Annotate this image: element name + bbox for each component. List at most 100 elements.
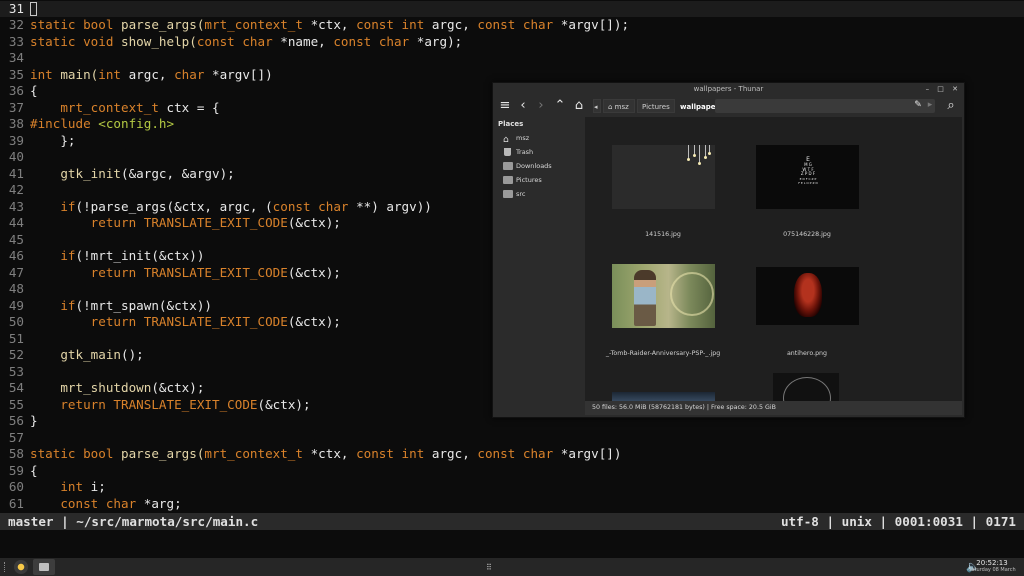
panel-separator-icon: ⠿ [486, 563, 492, 572]
folder-icon [503, 176, 513, 184]
code-text: int main(int argc, char *argv[]) [30, 66, 273, 82]
thunar-titlebar[interactable]: wallpapers - Thunar – □ ✕ [493, 83, 964, 95]
code-text: gtk_main(); [60, 347, 144, 362]
code-text: }; [30, 132, 76, 148]
line-number: 55 [8, 396, 24, 412]
place-src[interactable]: src [503, 188, 526, 200]
trash-icon [504, 148, 511, 156]
line-number: 46 [8, 248, 24, 263]
line-number: 38 [8, 116, 24, 131]
window-title: wallpapers - Thunar [693, 85, 764, 93]
code-text: #include <config.h> [30, 116, 175, 131]
code-line[interactable]: 34 [0, 50, 1024, 67]
line-number: 35 [8, 66, 24, 82]
search-icon[interactable]: ⌕ [943, 98, 959, 114]
code-line[interactable]: 31 [0, 0, 1024, 17]
code-text: const char *arg; [60, 495, 182, 511]
window-controls[interactable]: – □ ✕ [926, 83, 961, 95]
window-button-thunar[interactable] [33, 559, 55, 575]
eye-chart: E M G W T F Z P D F E D F C Z P F E L O … [798, 156, 818, 186]
code-text: return TRANSLATE_EXIT_CODE(&ctx); [90, 215, 341, 230]
code-text: return TRANSLATE_EXIT_CODE(&ctx); [90, 264, 341, 280]
code-text: mrt_context_t ctx = { [60, 99, 220, 115]
thumbnail-antihero[interactable] [756, 267, 859, 325]
file-icon-view[interactable]: 141516.jpg E M G W T F Z P D F E D F C Z… [585, 117, 962, 401]
edit-path-icon[interactable]: ✎ [913, 97, 923, 113]
code-line[interactable]: 35 int main(int argc, char *argv[]) [0, 67, 1024, 84]
line-number: 58 [8, 446, 24, 461]
file-name[interactable]: antihero.png [737, 350, 877, 357]
code-text: { [30, 462, 38, 478]
code-line[interactable]: 58 static bool parse_args(mrt_context_t *… [0, 446, 1024, 463]
code-line[interactable]: 33 static void show_help(const char *name… [0, 34, 1024, 51]
code-text: { [30, 83, 38, 98]
code-line[interactable]: 59 { [0, 463, 1024, 480]
path-entry-field[interactable] [715, 99, 935, 113]
code-line[interactable]: 57 [0, 430, 1024, 447]
file-name[interactable]: _-Tomb-Raider-Anniversary-PSP-_.jpg [593, 350, 733, 357]
line-number: 34 [8, 50, 24, 65]
code-text: } [30, 413, 38, 428]
line-number: 37 [8, 99, 24, 115]
place-pictures[interactable]: Pictures [503, 174, 542, 186]
file-name[interactable]: 075146228.jpg [737, 231, 877, 238]
home-icon: ⌂ [503, 135, 509, 145]
thunar-statusbar: 50 files: 56.0 MiB (58762181 bytes) | Fr… [585, 401, 962, 415]
code-text: if(!mrt_init(&ctx)) [60, 248, 205, 263]
folder-icon [503, 162, 513, 170]
home-icon[interactable]: ⌂ [571, 98, 587, 114]
taskbar: ⠿ 🔈 20:52:13 Saturday 08 March [0, 558, 1024, 576]
thunar-window[interactable]: wallpapers - Thunar – □ ✕ ≡ ‹ › ⌃ ⌂ ◂ ⌂ … [492, 82, 965, 418]
place-msz[interactable]: ⌂ msz [503, 132, 529, 145]
code-line[interactable]: 32 static bool parse_args(mrt_context_t *… [0, 17, 1024, 34]
statusline-file: master | ~/src/marmota/src/main.c [8, 514, 259, 529]
line-number: 45 [8, 231, 24, 247]
line-number: 56 [8, 413, 24, 428]
code-text: static bool parse_args(mrt_context_t *ct… [30, 446, 622, 461]
folder-icon [503, 190, 513, 198]
code-line[interactable]: 61 const char *arg; [0, 496, 1024, 513]
line-number: 60 [8, 479, 24, 494]
code-text: static void show_help(const char *name, … [30, 33, 463, 49]
line-number: 48 [8, 281, 24, 296]
line-number: 44 [8, 215, 24, 230]
app-menu-icon[interactable] [14, 560, 28, 574]
code-text: if(!mrt_spawn(&ctx)) [60, 297, 212, 313]
place-downloads[interactable]: Downloads [503, 160, 552, 172]
crumb-pictures[interactable]: Pictures [637, 99, 675, 113]
crumb-right-arrow-icon[interactable]: ▸ [925, 97, 935, 113]
crumb-wallpapers[interactable]: wallpapers [675, 99, 723, 113]
thumbnail-tomb-raider[interactable] [612, 264, 715, 328]
panel-handle[interactable] [4, 562, 7, 572]
place-trash[interactable]: Trash [503, 146, 533, 158]
thunar-toolbar: ≡ ‹ › ⌃ ⌂ ◂ ⌂ msz Pictures wallpapers ✎ … [493, 95, 964, 117]
text-cursor [30, 1, 37, 16]
line-number: 59 [8, 462, 24, 478]
thumbnail-141516[interactable] [612, 145, 715, 209]
code-text: return TRANSLATE_EXIT_CODE(&ctx); [60, 396, 311, 412]
thumbnail-partial[interactable] [773, 373, 839, 401]
file-name[interactable]: 141516.jpg [593, 231, 733, 238]
clock-time[interactable]: 20:52:13 [970, 559, 1014, 567]
thumbnail-075146228[interactable]: E M G W T F Z P D F E D F C Z P F E L O … [756, 145, 859, 209]
code-text: static bool parse_args(mrt_context_t *ct… [30, 17, 630, 32]
vim-command-line[interactable] [0, 530, 1024, 558]
line-number: 61 [8, 495, 24, 511]
menu-icon[interactable]: ≡ [497, 98, 513, 114]
crumb-msz[interactable]: ⌂ msz [603, 99, 635, 113]
forward-icon[interactable]: › [533, 98, 549, 114]
line-number: 40 [8, 149, 24, 164]
parent-folder-icon[interactable]: ⌃ [552, 98, 568, 114]
code-line[interactable]: 60 int i; [0, 479, 1024, 496]
crumb-left-arrow-icon[interactable]: ◂ [593, 99, 601, 113]
line-number: 42 [8, 182, 24, 197]
line-number: 47 [8, 264, 24, 280]
line-number: 31 [8, 0, 24, 16]
back-icon[interactable]: ‹ [515, 98, 531, 114]
places-heading: Places [498, 120, 524, 128]
line-number: 33 [8, 33, 24, 49]
location-bar: ◂ ⌂ msz Pictures wallpapers ✎ ▸ [593, 99, 935, 113]
thumbnail-partial[interactable] [612, 392, 715, 401]
line-number: 52 [8, 347, 24, 362]
clock-date[interactable]: Saturday 08 March [968, 567, 1016, 573]
